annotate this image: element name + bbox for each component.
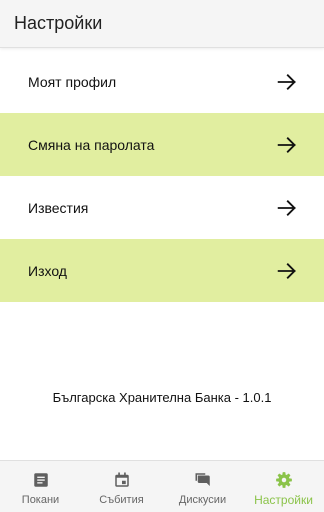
arrow-right-icon bbox=[277, 199, 296, 216]
arrow-right-icon bbox=[277, 262, 296, 279]
menu-item-notifications[interactable]: Известия bbox=[0, 176, 324, 239]
document-icon bbox=[33, 473, 48, 487]
page-title: Настройки bbox=[14, 13, 103, 33]
nav-tab-label: Покани bbox=[21, 494, 60, 506]
menu-item-label: Изход bbox=[28, 262, 67, 279]
nav-tab-events[interactable]: Събития bbox=[81, 461, 162, 512]
arrow-right-icon bbox=[277, 136, 296, 153]
app-header: Настройки bbox=[0, 0, 324, 48]
nav-tab-label: Събития bbox=[99, 494, 144, 506]
nav-tab-label: Дискусии bbox=[178, 494, 227, 506]
settings-screen: Настройки Моят профил Смяна на паролата … bbox=[0, 0, 324, 512]
chat-icon bbox=[195, 473, 210, 486]
arrow-right-icon bbox=[277, 73, 296, 90]
nav-tab-invitations[interactable]: Покани bbox=[0, 461, 81, 512]
nav-tab-discussions[interactable]: Дискусии bbox=[162, 461, 243, 512]
menu-item-label: Известия bbox=[28, 199, 89, 216]
bottom-navigation: Покани Събития Дискусии Настройки bbox=[0, 460, 324, 512]
gear-icon bbox=[275, 472, 292, 488]
menu-item-label: Моят профил bbox=[28, 73, 117, 90]
menu-item-change-password[interactable]: Смяна на паролата bbox=[0, 113, 324, 176]
nav-tab-settings[interactable]: Настройки bbox=[243, 461, 324, 512]
calendar-icon bbox=[114, 472, 129, 487]
app-version-text: Българска Хранителна Банка - 1.0.1 bbox=[52, 390, 272, 405]
nav-tab-label: Настройки bbox=[254, 493, 313, 507]
menu-item-label: Смяна на паролата bbox=[28, 136, 155, 153]
settings-menu: Моят профил Смяна на паролата Известия И… bbox=[0, 50, 324, 302]
menu-item-logout[interactable]: Изход bbox=[0, 239, 324, 302]
menu-item-my-profile[interactable]: Моят профил bbox=[0, 50, 324, 113]
